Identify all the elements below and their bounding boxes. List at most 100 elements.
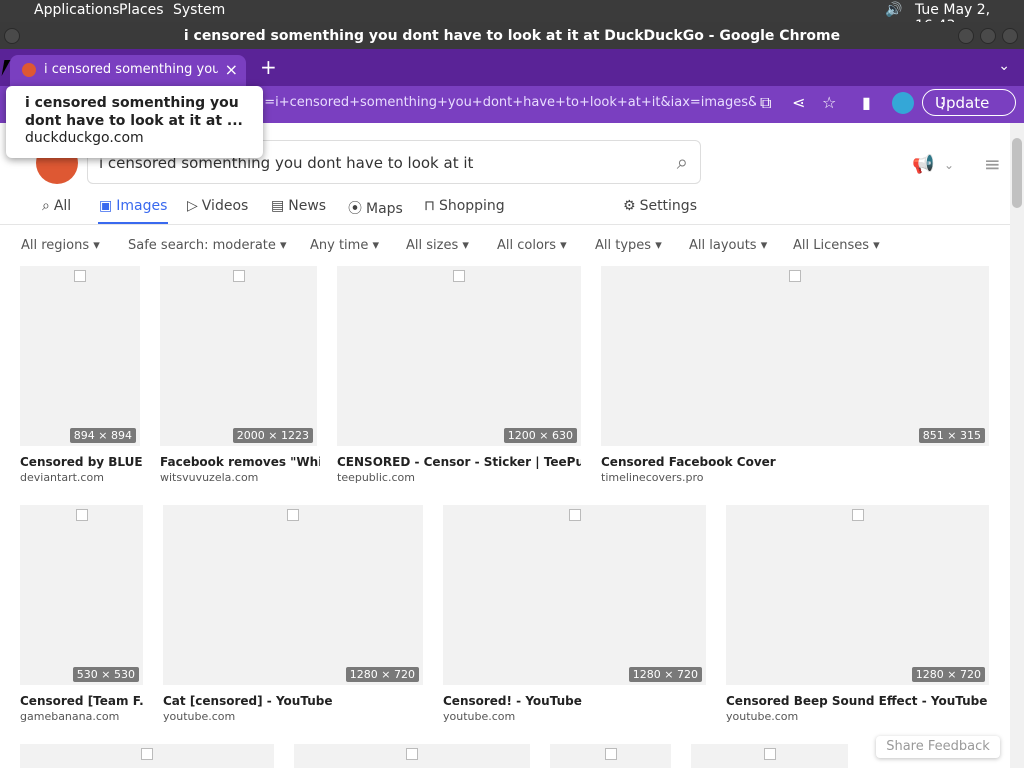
image-result[interactable]: 851 × 315 [601, 266, 989, 446]
image-dimensions: 851 × 315 [918, 428, 985, 443]
side-panel-icon[interactable]: ▮ [862, 93, 871, 112]
image-result[interactable]: 894 × 894 [20, 266, 140, 446]
close-tab-icon[interactable]: × [225, 60, 238, 79]
scrollbar-thumb[interactable] [1012, 138, 1022, 208]
result-title[interactable]: Censored Facebook Cover [601, 455, 989, 469]
result-title[interactable]: Censored! - YouTube [443, 694, 706, 708]
chevron-down-icon[interactable]: ⌄ [944, 158, 954, 172]
menu-places[interactable]: Places [119, 2, 164, 18]
search-icon[interactable]: ⌕ [677, 150, 688, 174]
tab-all[interactable]: ⌕ All [42, 198, 71, 214]
share-feedback-button[interactable]: Share Feedback [876, 736, 1000, 758]
broken-image-icon [568, 509, 581, 521]
play-icon: ▷ [187, 198, 198, 214]
page-scrollbar[interactable] [1010, 123, 1024, 768]
filter-color[interactable]: All colors ▾ [497, 238, 567, 253]
update-button[interactable]: Update ⋮ [922, 89, 1016, 116]
window-title: i censored somenthing you dont have to l… [183, 28, 841, 44]
share-icon[interactable]: ⋖ [792, 93, 805, 112]
minimize-icon[interactable] [958, 28, 974, 44]
image-result[interactable]: 1200 × 630 [337, 266, 581, 446]
sliders-icon: ⚙ [623, 198, 636, 214]
result-domain[interactable]: witsvuvuzela.com [160, 471, 258, 484]
map-pin-icon: ⦿ [348, 201, 362, 217]
broken-image-icon [763, 748, 776, 760]
tab-title: i censored somenthing you dont have to l… [44, 62, 218, 77]
browser-tab[interactable]: i censored somenthing you dont have to l… [10, 55, 246, 86]
volume-icon[interactable]: 🔊 [885, 2, 902, 18]
image-result[interactable] [20, 744, 274, 768]
result-title[interactable]: Censored Beep Sound Effect - YouTube [726, 694, 989, 708]
url-field[interactable]: q=i+censored+somenthing+you+dont+have+to… [256, 95, 756, 110]
image-result[interactable]: 1280 × 720 [443, 505, 706, 685]
more-menu-icon[interactable]: ⋮ [935, 94, 1005, 112]
image-dimensions: 1280 × 720 [628, 667, 702, 682]
menu-applications[interactable]: Applications [34, 2, 120, 18]
filter-type[interactable]: All types ▾ [595, 238, 662, 253]
megaphone-icon[interactable]: 📢 [912, 154, 934, 175]
tab-hover-card: i censored somenthing you dont have to l… [6, 86, 263, 158]
close-window-icon[interactable] [1002, 28, 1018, 44]
nav-divider [0, 224, 1010, 225]
image-dimensions: 1280 × 720 [345, 667, 419, 682]
tab-settings[interactable]: ⚙ Settings [623, 198, 697, 214]
broken-image-icon [74, 270, 86, 282]
result-title[interactable]: CENSORED - Censor - Sticker | TeePublic [337, 455, 581, 469]
broken-image-icon [75, 509, 88, 521]
result-title[interactable]: Cat [censored] - YouTube [163, 694, 423, 708]
result-domain[interactable]: deviantart.com [20, 471, 104, 484]
result-domain[interactable]: youtube.com [163, 710, 235, 723]
image-result[interactable]: 2000 × 1223 [160, 266, 317, 446]
tab-videos[interactable]: ▷ Videos [187, 198, 248, 214]
system-menu-bar: Applications Places System 🔊 Tue May 2, … [0, 0, 1024, 34]
image-result[interactable]: 1280 × 720 [726, 505, 989, 685]
image-result[interactable] [294, 744, 530, 768]
image-result[interactable]: 530 × 530 [20, 505, 143, 685]
new-tab-icon[interactable]: + [260, 55, 277, 79]
filter-license[interactable]: All Licenses ▾ [793, 238, 880, 253]
tab-search-chevron-icon[interactable]: ⌄ [998, 58, 1010, 74]
open-in-icon[interactable]: ⧉ [760, 93, 771, 113]
image-result[interactable]: 1280 × 720 [163, 505, 423, 685]
filter-region[interactable]: All regions ▾ [21, 238, 100, 253]
shopping-bag-icon: ⊓ [424, 198, 435, 214]
image-dimensions: 2000 × 1223 [232, 428, 313, 443]
tab-images[interactable]: ▣ Images [99, 198, 167, 214]
image-dimensions: 530 × 530 [72, 667, 139, 682]
broken-image-icon [287, 509, 299, 521]
hover-card-domain: duckduckgo.com [25, 130, 144, 146]
search-icon: ⌕ [42, 198, 50, 214]
result-domain[interactable]: youtube.com [726, 710, 798, 723]
result-domain[interactable]: youtube.com [443, 710, 515, 723]
result-domain[interactable]: gamebanana.com [20, 710, 119, 723]
window-titlebar: i censored somenthing you dont have to l… [0, 22, 1024, 49]
broken-image-icon [851, 509, 864, 521]
result-title[interactable]: Censored by BLUE... [20, 455, 142, 469]
broken-image-icon [453, 270, 465, 282]
maximize-icon[interactable] [980, 28, 996, 44]
result-domain[interactable]: teepublic.com [337, 471, 415, 484]
tab-shopping[interactable]: ⊓ Shopping [424, 198, 505, 214]
image-result[interactable] [550, 744, 671, 768]
filter-size[interactable]: All sizes ▾ [406, 238, 469, 253]
profile-avatar[interactable] [892, 92, 914, 114]
image-dimensions: 1200 × 630 [503, 428, 577, 443]
image-result[interactable] [691, 744, 848, 768]
broken-image-icon [141, 748, 153, 760]
image-dimensions: 894 × 894 [69, 428, 136, 443]
broken-image-icon [604, 748, 617, 760]
tab-news[interactable]: ▤ News [271, 198, 326, 214]
bookmark-star-icon[interactable]: ☆ [822, 93, 836, 112]
hamburger-menu-icon[interactable]: ≡ [984, 152, 1001, 176]
broken-image-icon [789, 270, 801, 282]
filter-safe-search[interactable]: Safe search: moderate ▾ [128, 238, 287, 253]
result-title[interactable]: Facebook removes "Whit... [160, 455, 320, 469]
result-domain[interactable]: timelinecovers.pro [601, 471, 704, 484]
filter-time[interactable]: Any time ▾ [310, 238, 379, 253]
tab-maps[interactable]: ⦿ Maps [348, 198, 403, 218]
filter-layout[interactable]: All layouts ▾ [689, 238, 767, 253]
result-title[interactable]: Censored [Team F... [20, 694, 143, 708]
image-icon: ▣ [99, 198, 113, 214]
menu-system[interactable]: System [173, 2, 225, 18]
hover-card-title: i censored somenthing you dont have to l… [25, 95, 243, 129]
